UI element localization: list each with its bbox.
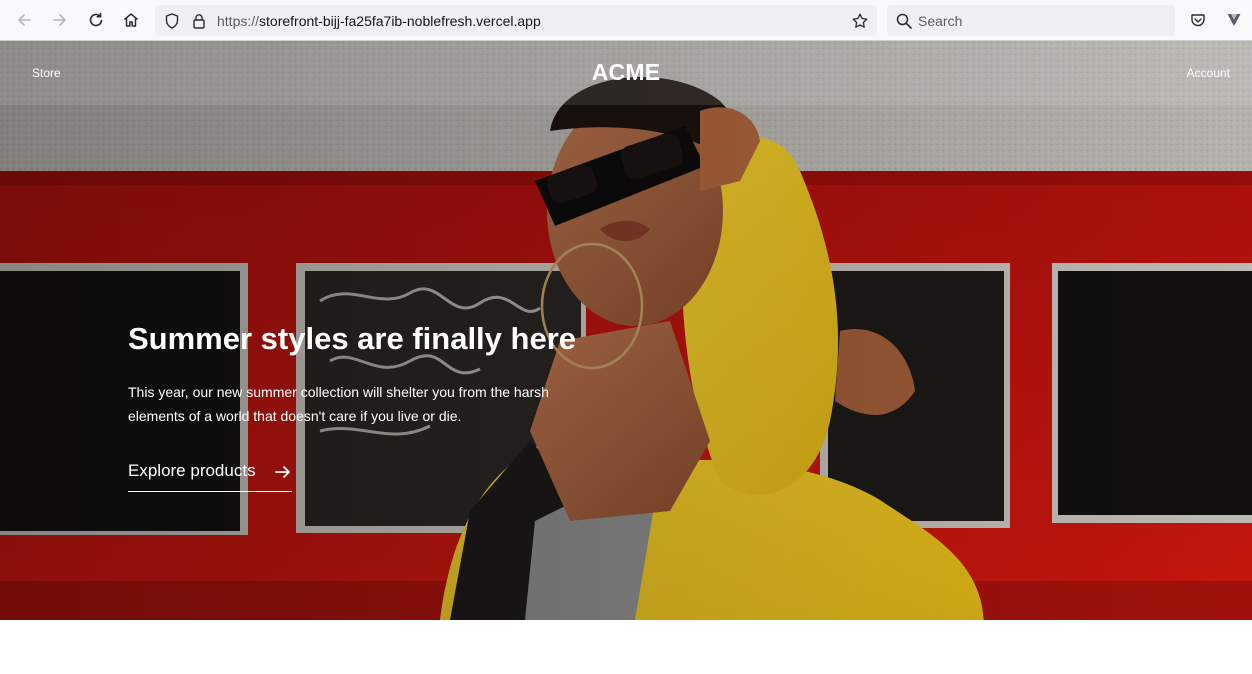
search-placeholder: Search	[918, 13, 963, 29]
lock-icon[interactable]	[190, 12, 208, 30]
hero-description: This year, our new summer collection wil…	[128, 384, 549, 424]
forward-icon[interactable]	[46, 6, 74, 34]
back-icon[interactable]	[10, 6, 38, 34]
url-protocol: https://	[217, 13, 260, 29]
shield-icon[interactable]	[163, 12, 181, 30]
search-bar[interactable]: Search	[887, 5, 1175, 36]
bookmark-star-icon[interactable]	[851, 12, 869, 30]
reload-icon[interactable]	[82, 6, 110, 34]
explore-products-link[interactable]: Explore products	[128, 461, 292, 492]
url-host: storefront-bijj-fa25fa7ib-noblefresh.ver…	[259, 13, 541, 29]
site-navbar: Store ACME Account	[0, 41, 1252, 105]
nav-account-link[interactable]: Account	[1187, 66, 1230, 80]
home-icon[interactable]	[117, 6, 145, 34]
hero-section: Store ACME Account Summer styles are fin…	[0, 41, 1252, 620]
url-text[interactable]: https://storefront-bijj-fa25fa7ib-noblef…	[217, 13, 541, 29]
search-icon	[896, 13, 912, 29]
extensions-icon[interactable]	[1220, 6, 1248, 34]
explore-products-label: Explore products	[128, 461, 256, 480]
pocket-icon[interactable]	[1184, 6, 1212, 34]
browser-toolbar: https://storefront-bijj-fa25fa7ib-noblef…	[0, 0, 1252, 41]
hero-title: Summer styles are finally here	[128, 321, 577, 356]
site-logo[interactable]: ACME	[0, 59, 1252, 86]
page-content-area	[0, 620, 1252, 674]
arrow-right-icon	[275, 466, 290, 478]
address-bar[interactable]: https://storefront-bijj-fa25fa7ib-noblef…	[155, 5, 877, 36]
